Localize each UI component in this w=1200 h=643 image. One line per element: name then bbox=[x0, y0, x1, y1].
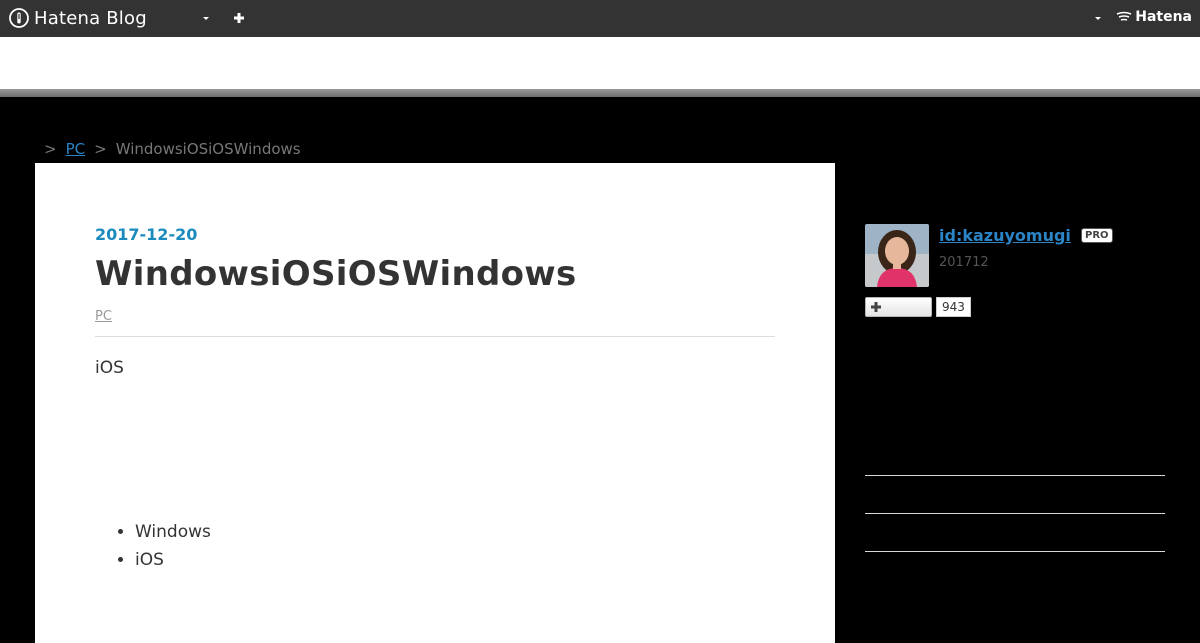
breadcrumb-current: WindowsiOSiOSWindows bbox=[115, 140, 301, 158]
list-item: iOS bbox=[135, 546, 211, 574]
sidebar-divider bbox=[865, 513, 1165, 514]
sidebar-divider bbox=[865, 475, 1165, 476]
hatena-blog-logo[interactable]: Hatena Blog bbox=[9, 7, 147, 29]
hatena-logo-text: Hatena bbox=[1135, 9, 1192, 25]
follow-button[interactable] bbox=[865, 297, 932, 317]
plus-icon bbox=[871, 302, 881, 312]
entry-list: Windows iOS bbox=[95, 518, 211, 574]
breadcrumb-separator: > bbox=[44, 140, 57, 158]
list-item: Windows bbox=[135, 518, 211, 546]
profile-since: 201712 bbox=[939, 255, 989, 270]
entry-article: 2017-12-20 WindowsiOSiOSWindows PC iOS W… bbox=[35, 163, 835, 643]
global-header: Hatena Blog Hatena bbox=[0, 0, 1200, 37]
follower-count: 943 bbox=[936, 297, 971, 317]
hatena-logo-icon bbox=[1116, 11, 1132, 21]
sidebar-divider bbox=[865, 551, 1165, 552]
profile-id-link[interactable]: id:kazuyomugi bbox=[939, 226, 1071, 245]
hatena-blog-logo-icon bbox=[9, 8, 29, 28]
plus-icon[interactable] bbox=[232, 11, 246, 25]
breadcrumb-category-link[interactable]: PC bbox=[66, 140, 86, 158]
entry-category-link[interactable]: PC bbox=[95, 309, 112, 324]
entry-paragraph: iOS bbox=[95, 358, 124, 378]
hatena-blog-logo-text: Hatena Blog bbox=[34, 7, 147, 29]
entry-title[interactable]: WindowsiOSiOSWindows bbox=[95, 254, 577, 294]
entry-date[interactable]: 2017-12-20 bbox=[95, 225, 197, 244]
hatena-logo[interactable]: Hatena bbox=[1116, 9, 1192, 25]
pro-badge: PRO bbox=[1081, 228, 1113, 243]
chevron-down-icon[interactable] bbox=[200, 12, 212, 24]
blog-title-band bbox=[0, 37, 1200, 89]
breadcrumb: > PC > WindowsiOSiOSWindows bbox=[35, 139, 301, 159]
avatar-image bbox=[865, 224, 929, 287]
breadcrumb-separator: > bbox=[94, 140, 107, 158]
avatar[interactable] bbox=[865, 224, 929, 287]
entry-divider bbox=[95, 336, 775, 337]
blog-title-band-shadow bbox=[0, 89, 1200, 97]
chevron-down-icon[interactable] bbox=[1092, 12, 1104, 24]
